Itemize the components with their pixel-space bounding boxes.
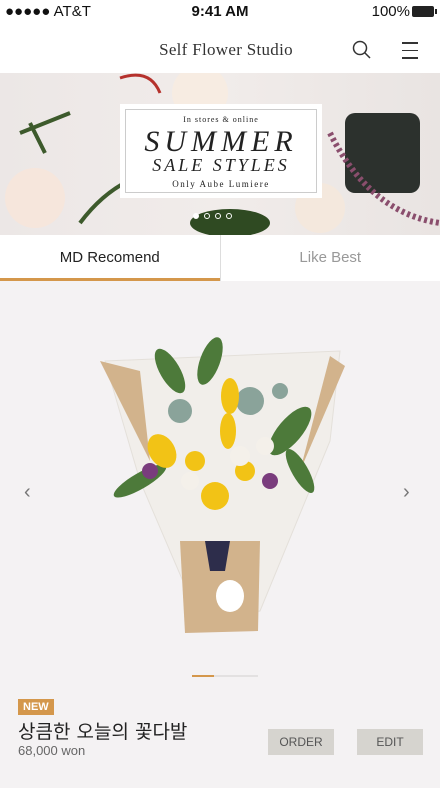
- prev-arrow-icon[interactable]: ‹: [24, 481, 31, 504]
- new-badge: NEW: [18, 699, 54, 715]
- edit-button[interactable]: EDIT: [357, 729, 423, 755]
- menu-icon[interactable]: [402, 42, 418, 65]
- dot[interactable]: [215, 213, 221, 219]
- order-button[interactable]: ORDER: [268, 729, 334, 755]
- promo-banner[interactable]: In stores & online SUMMER SALE STYLES On…: [0, 73, 440, 235]
- product-image[interactable]: [0, 281, 440, 671]
- tab-like-best[interactable]: Like Best: [219, 235, 440, 281]
- dot[interactable]: [204, 213, 210, 219]
- dot[interactable]: [226, 213, 232, 219]
- tab-md-recommend[interactable]: MD Recomend: [0, 235, 220, 281]
- next-arrow-icon[interactable]: ›: [403, 481, 410, 504]
- dot[interactable]: [193, 213, 199, 219]
- battery-percent: 100%: [371, 3, 410, 20]
- product-card: ‹ › NEW 상큼한 오늘의 꽃다발 68,000 won ORDER EDI…: [0, 281, 440, 788]
- product-price: 68,000 won: [18, 743, 86, 758]
- app-title: Self Flower Studio: [159, 40, 293, 59]
- nav-bar: Self Flower Studio: [0, 24, 440, 73]
- status-bar: ●●●●● AT&T 9:41 AM 100%: [0, 0, 440, 24]
- image-pager: [192, 675, 258, 677]
- tab-bar: MD Recomend Like Best: [0, 235, 440, 281]
- carousel-dots[interactable]: [193, 213, 232, 219]
- product-name: 상큼한 오늘의 꽃다발: [18, 721, 188, 743]
- battery-icon: [412, 6, 437, 17]
- search-icon[interactable]: [352, 40, 372, 60]
- promo-card: In stores & online SUMMER SALE STYLES On…: [120, 104, 322, 198]
